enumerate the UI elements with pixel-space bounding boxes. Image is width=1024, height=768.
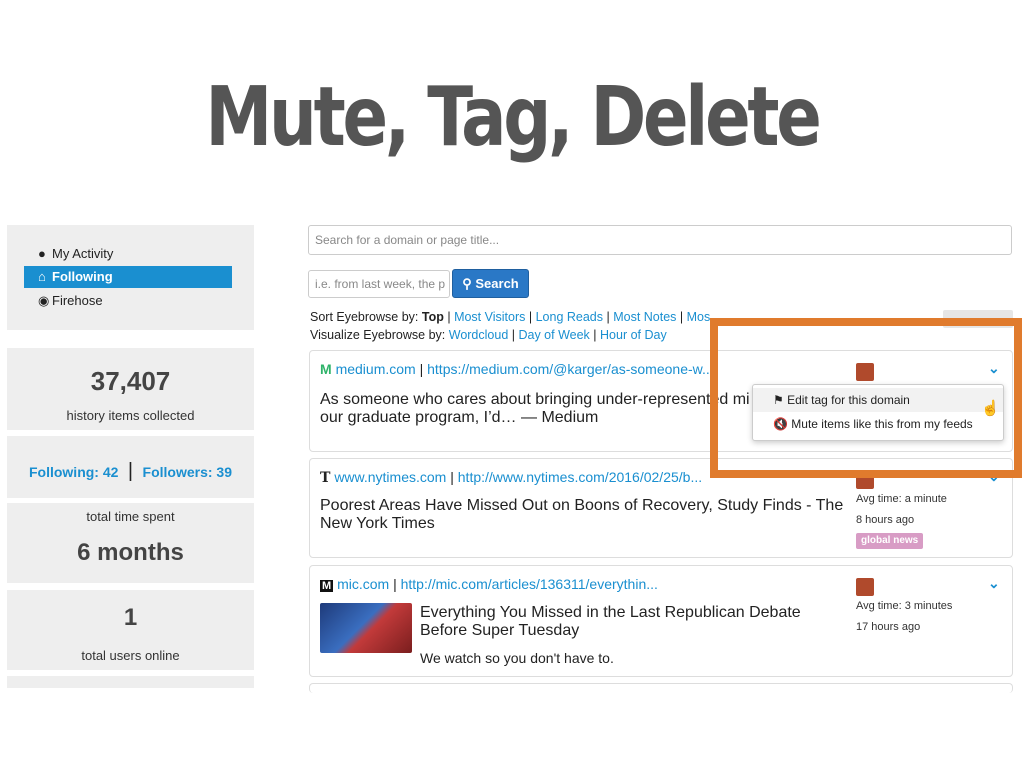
- feed-source: M mic.com | http://mic.com/articles/1363…: [320, 576, 658, 592]
- feed-url[interactable]: http://mic.com/articles/136311/everythin…: [401, 576, 658, 592]
- nav-following[interactable]: ⌂ Following: [24, 266, 232, 288]
- feed-title-line: Everything You Missed in the Last Republ…: [420, 604, 801, 621]
- sort-prefix: Sort Eyebrowse by:: [310, 310, 419, 324]
- followers-link[interactable]: Followers: 39: [143, 464, 232, 480]
- feed-source: M medium.com | https://medium.com/@karge…: [320, 361, 714, 377]
- feed-title-line: New York Times: [320, 515, 435, 532]
- sort-most-notes[interactable]: Most Notes: [613, 310, 676, 324]
- search-button-label: Search: [475, 276, 519, 291]
- time-value: 6 months: [77, 539, 184, 566]
- medium-icon: M: [320, 361, 332, 377]
- feed-url[interactable]: https://medium.com/@karger/as-someone-w.…: [427, 361, 714, 377]
- avg-time: Avg time: a minute: [856, 493, 947, 505]
- following-link[interactable]: Following: 42: [29, 464, 118, 480]
- visualize-day-of-week[interactable]: Day of Week: [518, 328, 589, 342]
- feed-domain[interactable]: www.nytimes.com: [334, 469, 446, 485]
- tag-badge[interactable]: global news: [856, 533, 924, 549]
- nav-label: My Activity: [52, 246, 114, 261]
- visualize-hour-of-day[interactable]: Hour of Day: [600, 328, 667, 342]
- time-ago: 8 hours ago: [856, 514, 915, 526]
- nav-label: Following: [52, 269, 113, 284]
- slide-title: Mute, Tag, Delete: [205, 70, 821, 165]
- feed-title-line: As someone who cares about bringing unde…: [320, 391, 750, 408]
- feed-source: T www.nytimes.com | http://www.nytimes.c…: [320, 469, 703, 486]
- time-label: total time spent: [86, 509, 175, 524]
- chevron-down-icon[interactable]: ⌄: [988, 575, 1000, 592]
- feed-title[interactable]: Poorest Areas Have Missed Out on Boons o…: [320, 497, 845, 533]
- visualize-wordcloud[interactable]: Wordcloud: [449, 328, 509, 342]
- feed-url[interactable]: http://www.nytimes.com/2016/02/25/b...: [458, 469, 702, 485]
- user-icon: ●: [38, 246, 46, 261]
- sort-top[interactable]: Top: [422, 310, 444, 324]
- feed-title[interactable]: As someone who cares about bringing unde…: [320, 391, 750, 427]
- sort-long-reads[interactable]: Long Reads: [536, 310, 603, 324]
- feed-title-line: our graduate program, I’d… — Medium: [320, 409, 599, 426]
- feed-title-line: Before Super Tuesday: [420, 622, 580, 639]
- follow-stat-card: Following: 42 | Followers: 39: [7, 436, 254, 498]
- avg-time: Avg time: 3 minutes: [856, 600, 953, 612]
- nyt-icon: T: [320, 470, 331, 486]
- feed-description: We watch so you don't have to.: [420, 650, 614, 666]
- feed-item: [309, 683, 1013, 693]
- sidebar-extra-card: [7, 676, 254, 688]
- history-count: 37,407: [90, 366, 171, 396]
- online-label: total users online: [81, 648, 180, 663]
- article-thumbnail[interactable]: [320, 603, 412, 653]
- sort-line: Sort Eyebrowse by: Top | Most Visitors |…: [310, 310, 711, 324]
- feed-title-line: Poorest Areas Have Missed Out on Boons o…: [320, 497, 844, 514]
- history-label: history items collected: [66, 408, 195, 423]
- nav-firehose[interactable]: ◉ Firehose: [24, 290, 232, 312]
- search-icon: ⚲: [462, 276, 472, 291]
- sidebar-nav: ● My Activity ⌂ Following ◉ Firehose: [7, 225, 254, 330]
- nav-my-activity[interactable]: ● My Activity: [24, 243, 232, 265]
- feed-domain[interactable]: mic.com: [337, 576, 389, 592]
- online-count: 1: [123, 604, 138, 631]
- avatar[interactable]: [856, 578, 874, 596]
- time-stat-card: total time spent 6 months: [7, 503, 254, 583]
- feed-title[interactable]: Everything You Missed in the Last Republ…: [420, 604, 840, 640]
- nav-label: Firehose: [52, 293, 103, 308]
- feed-item: M mic.com | http://mic.com/articles/1363…: [309, 565, 1013, 677]
- sort-more[interactable]: Mos: [687, 310, 711, 324]
- history-stat-card: 37,407 history items collected: [7, 348, 254, 430]
- highlight-box: [710, 318, 1022, 478]
- online-stat-card: 1 total users online: [7, 590, 254, 670]
- divider: |: [122, 460, 139, 482]
- feed-domain[interactable]: medium.com: [336, 361, 416, 377]
- visualize-line: Visualize Eyebrowse by: Wordcloud | Day …: [310, 328, 667, 342]
- sort-most-visitors[interactable]: Most Visitors: [454, 310, 525, 324]
- home-icon: ⌂: [38, 269, 46, 284]
- visualize-prefix: Visualize Eyebrowse by:: [310, 328, 446, 342]
- mic-icon: M: [320, 580, 334, 592]
- search-input[interactable]: Search for a domain or page title...: [308, 225, 1012, 255]
- globe-icon: ◉: [38, 293, 50, 308]
- date-input[interactable]: i.e. from last week, the p: [308, 270, 450, 298]
- search-button[interactable]: ⚲ Search: [452, 269, 529, 298]
- time-ago: 17 hours ago: [856, 621, 921, 633]
